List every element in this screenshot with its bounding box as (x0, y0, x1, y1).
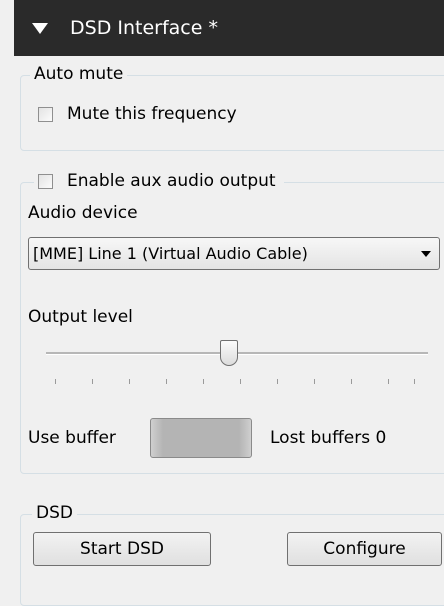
output-level-label: Output level (28, 307, 133, 327)
lost-buffers-label: Lost buffers 0 (270, 428, 387, 448)
panel-header[interactable]: DSD Interface * (14, 0, 444, 56)
slider-tick (277, 379, 278, 384)
start-dsd-button[interactable]: Start DSD (33, 532, 211, 566)
auto-mute-legend: Auto mute (30, 64, 128, 84)
slider-tick (388, 379, 389, 384)
mute-frequency-label: Mute this frequency (67, 104, 237, 124)
panel-title: DSD Interface * (70, 17, 218, 39)
slider-tick (129, 379, 130, 384)
slider-tick (92, 379, 93, 384)
enable-aux-audio-checkbox[interactable] (38, 173, 53, 189)
slider-tick (166, 379, 167, 384)
output-level-slider-thumb[interactable] (220, 340, 238, 366)
enable-aux-audio-label: Enable aux audio output (67, 171, 276, 191)
chevron-down-icon (421, 250, 431, 257)
use-buffer-toggle[interactable] (150, 418, 252, 458)
collapse-arrow-icon[interactable] (32, 22, 48, 34)
slider-tick (55, 379, 56, 384)
slider-tick (414, 379, 415, 384)
use-buffer-label: Use buffer (28, 428, 116, 448)
dsd-legend: DSD (32, 503, 77, 523)
audio-device-label: Audio device (28, 203, 138, 223)
slider-tick (351, 379, 352, 384)
slider-tick (314, 379, 315, 384)
configure-button[interactable]: Configure (287, 532, 442, 566)
slider-tick (203, 379, 204, 384)
enable-aux-audio-option[interactable]: Enable aux audio output (34, 171, 284, 191)
slider-tick (240, 379, 241, 384)
mute-frequency-option[interactable]: Mute this frequency (38, 104, 237, 124)
audio-device-value: [MME] Line 1 (Virtual Audio Cable) (33, 244, 308, 263)
mute-frequency-checkbox[interactable] (38, 106, 53, 122)
audio-device-select[interactable]: [MME] Line 1 (Virtual Audio Cable) (28, 237, 440, 270)
